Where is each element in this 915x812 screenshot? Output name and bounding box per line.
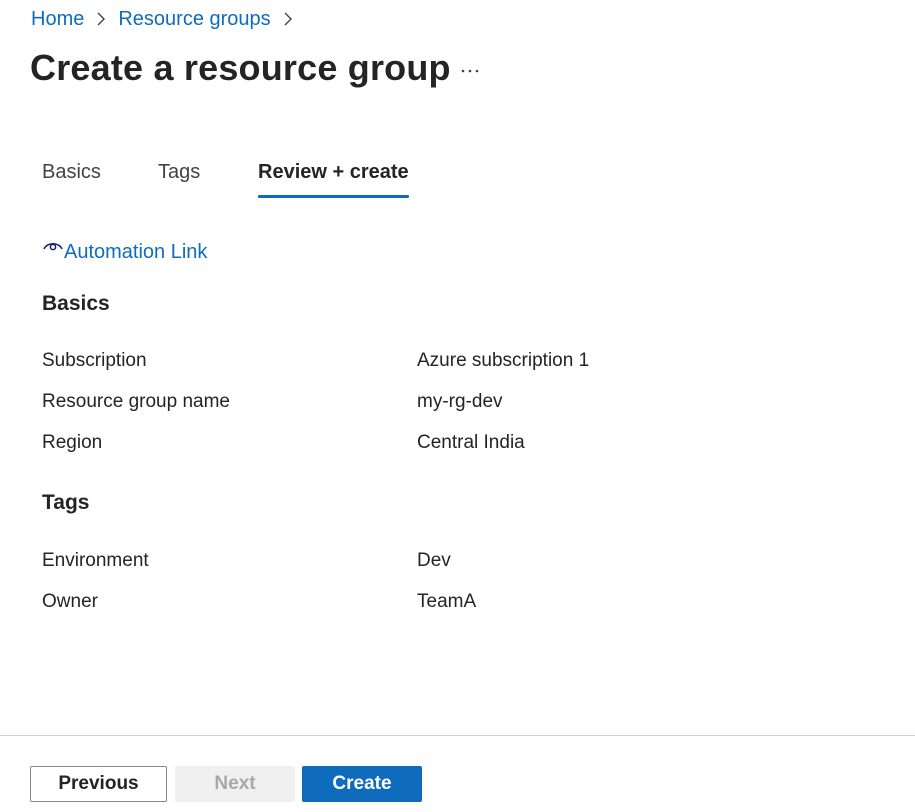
breadcrumb-resource-groups-link[interactable]: Resource groups [118, 6, 270, 32]
automation-link[interactable]: Automation Link [42, 238, 207, 266]
breadcrumb: Home Resource groups [31, 6, 305, 32]
resource-group-name-label: Resource group name [42, 391, 230, 412]
tab-review-create[interactable]: Review + create [258, 156, 409, 188]
next-button[interactable]: Next [175, 766, 295, 802]
region-label: Region [42, 432, 103, 453]
subscription-value: Azure subscription 1 [417, 350, 590, 371]
tab-basics[interactable]: Basics [42, 156, 101, 188]
page-title: Create a resource group [30, 47, 451, 88]
more-horizontal-icon [460, 62, 480, 77]
active-tab-indicator [258, 195, 409, 198]
more-options-button[interactable] [456, 58, 484, 80]
owner-value: TeamA [417, 591, 477, 612]
footer-divider [0, 735, 915, 736]
chevron-right-icon [271, 11, 305, 27]
create-button[interactable]: Create [302, 766, 422, 802]
environment-label: Environment [42, 550, 149, 571]
breadcrumb-home-link[interactable]: Home [31, 6, 84, 32]
resource-group-name-value: my-rg-dev [417, 391, 503, 412]
automation-link-label: Automation Link [64, 241, 208, 263]
chevron-right-icon [84, 11, 118, 27]
tags-heading: Tags [42, 491, 90, 514]
previous-button[interactable]: Previous [30, 766, 167, 802]
environment-value: Dev [417, 550, 451, 571]
tab-tags[interactable]: Tags [158, 156, 200, 188]
basics-heading: Basics [42, 292, 110, 315]
owner-label: Owner [42, 591, 98, 612]
region-value: Central India [417, 432, 525, 453]
eye-icon [42, 239, 64, 259]
subscription-label: Subscription [42, 350, 147, 371]
